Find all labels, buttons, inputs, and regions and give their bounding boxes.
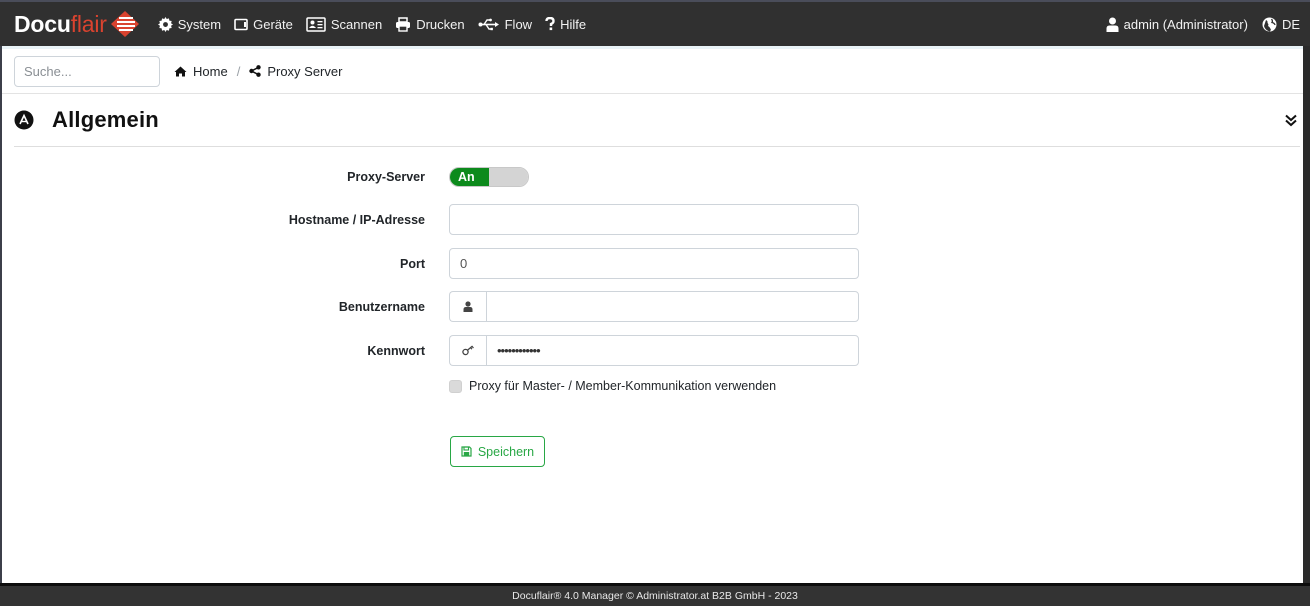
key-icon	[461, 345, 474, 356]
section-title: Allgemein	[52, 107, 159, 132]
nav-hilfe-label: Hilfe	[560, 16, 587, 32]
breadcrumb-current-label: Proxy Server	[267, 63, 343, 79]
row-hostname: Hostname / IP-Adresse	[2, 204, 859, 235]
nav-flow-label: Flow	[504, 16, 533, 32]
breadcrumb-current: Proxy Server	[249, 64, 342, 79]
nav-geraete-label: Geräte	[253, 16, 293, 32]
port-label: Port	[400, 256, 425, 271]
save-icon	[461, 446, 472, 457]
user-menu-label: admin (Administrator)	[1123, 16, 1248, 32]
nav-drucken[interactable]: Drucken	[395, 16, 465, 32]
usb-icon	[478, 18, 499, 30]
toggle-on-label: An	[450, 168, 489, 186]
section-header-allgemein[interactable]: Allgemein	[14, 94, 1300, 147]
breadcrumb: Home / Proxy Server	[174, 64, 342, 79]
row-username: Benutzername	[2, 291, 859, 322]
password-input-group	[449, 335, 859, 366]
search-input[interactable]	[14, 55, 160, 87]
share-icon	[249, 65, 262, 77]
chevrons-down-icon	[1285, 114, 1297, 127]
save-button[interactable]: Speichern	[450, 436, 545, 467]
printer-icon	[396, 16, 411, 32]
home-icon	[174, 66, 187, 76]
globe-icon	[1262, 17, 1277, 31]
username-addon	[449, 291, 486, 322]
footer: Docuflair® 4.0 Manager © Administrator.a…	[0, 586, 1310, 606]
sub-toolbar: Home / Proxy Server	[2, 49, 1303, 94]
username-label: Benutzername	[338, 299, 425, 314]
gear-icon	[157, 16, 173, 32]
logo-text-flair: flair	[70, 10, 107, 37]
nav-scannen[interactable]: Scannen	[306, 17, 382, 32]
row-password: Kennwort	[2, 335, 859, 366]
master-member-checkbox-row[interactable]: Proxy für Master- / Member-Kommunikation…	[449, 379, 776, 393]
nav-drucken-label: Drucken	[416, 16, 465, 32]
nav-hilfe[interactable]: Hilfe	[545, 17, 586, 32]
proxy-server-control: An	[449, 167, 529, 187]
proxy-server-toggle[interactable]: An	[449, 167, 529, 187]
footer-text: Docuflair® 4.0 Manager © Administrator.a…	[512, 590, 798, 602]
username-input[interactable]	[486, 291, 859, 322]
id-card-icon	[306, 16, 326, 32]
password-label: Kennwort	[367, 343, 425, 358]
main-content: Home / Proxy Server Allgemein	[2, 46, 1303, 583]
docuflair-logo[interactable]: Docu flair	[14, 10, 140, 38]
hostname-label: Hostname / IP-Adresse	[288, 212, 425, 227]
user-icon	[463, 301, 473, 312]
collapse-toggle[interactable]	[1284, 113, 1298, 127]
nav-scannen-label: Scannen	[330, 16, 383, 32]
username-input-group	[449, 291, 859, 322]
question-icon	[545, 17, 555, 31]
user-icon	[1106, 17, 1119, 32]
hostname-input[interactable]	[449, 204, 859, 235]
password-input[interactable]	[486, 335, 859, 366]
right-scrollbar-track[interactable]	[1303, 46, 1310, 583]
proxy-server-label: Proxy-Server	[347, 169, 425, 184]
device-icon	[234, 18, 248, 30]
breadcrumb-home-label: Home	[193, 63, 228, 79]
logo-text-docu: Docu	[14, 10, 71, 37]
master-member-checkbox[interactable]	[449, 379, 462, 393]
breadcrumb-separator: /	[236, 63, 241, 79]
language-menu[interactable]: DE	[1262, 17, 1300, 32]
section-logo-icon	[14, 110, 34, 130]
nav-system[interactable]: System	[157, 16, 222, 32]
port-input[interactable]	[449, 248, 859, 279]
navbar-right: admin (Administrator) DE	[1106, 17, 1300, 32]
row-proxy-server: Proxy-Server An	[2, 161, 529, 192]
language-label: DE	[1281, 16, 1300, 32]
nav-geraete[interactable]: Geräte	[234, 17, 293, 32]
master-member-checkbox-label: Proxy für Master- / Member-Kommunikation…	[469, 379, 777, 393]
user-menu[interactable]: admin (Administrator)	[1106, 17, 1248, 32]
toggle-off-area	[489, 168, 528, 186]
password-addon	[449, 335, 486, 366]
top-navbar: Docu flair System Geräte Scannen Drucken…	[0, 2, 1310, 46]
breadcrumb-home[interactable]: Home	[174, 64, 228, 79]
nav-flow[interactable]: Flow	[478, 17, 532, 32]
row-port: Port	[2, 248, 859, 279]
save-button-label: Speichern	[477, 444, 535, 459]
logo-diamond-icon	[110, 11, 139, 37]
nav-system-label: System	[177, 16, 222, 32]
